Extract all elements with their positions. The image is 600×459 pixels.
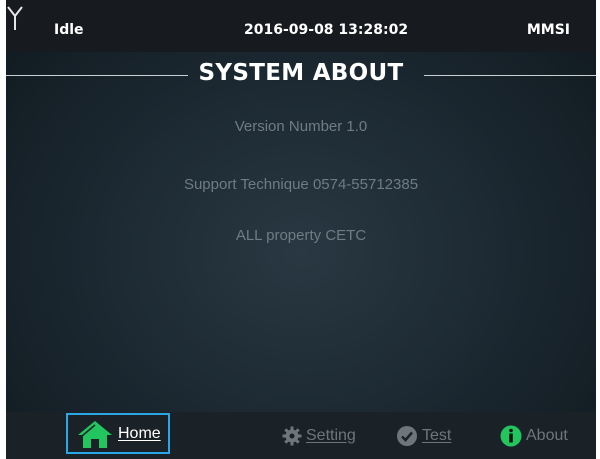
status-bar: Idle 2016-09-08 13:28:02 MMSI [6, 0, 596, 52]
title-divider-right [424, 75, 596, 76]
support-technique: Support Technique 0574-55712385 [183, 176, 419, 193]
nav-setting-button[interactable]: Setting [282, 412, 356, 459]
nav-home-label: Home [118, 424, 161, 442]
screen: Idle 2016-09-08 13:28:02 MMSI SYSTEM ABO… [6, 0, 596, 459]
nav-test-label: Test [422, 426, 452, 444]
title-row: SYSTEM ABOUT [6, 54, 596, 98]
bottom-nav: Home Setting Test About [6, 412, 596, 459]
all-property: ALL property CETC [235, 227, 367, 244]
nav-about-button[interactable]: About [500, 412, 568, 459]
nav-setting-label: Setting [306, 426, 356, 444]
antenna-icon [7, 6, 23, 30]
device-frame: Idle 2016-09-08 13:28:02 MMSI SYSTEM ABO… [0, 0, 600, 459]
info-icon [500, 425, 522, 446]
nav-test-button[interactable]: Test [396, 412, 451, 459]
version-number: Version Number 1.0 [234, 118, 368, 135]
page-title: SYSTEM ABOUT [198, 60, 404, 86]
nav-home-button[interactable]: Home [66, 413, 170, 454]
status-state: Idle [54, 22, 84, 38]
home-icon [78, 420, 112, 448]
status-datetime: 2016-09-08 13:28:02 [244, 22, 409, 38]
status-mmsi: MMSI [526, 22, 570, 38]
nav-about-label: About [526, 426, 568, 444]
check-icon [397, 425, 417, 446]
gear-icon [282, 426, 302, 445]
